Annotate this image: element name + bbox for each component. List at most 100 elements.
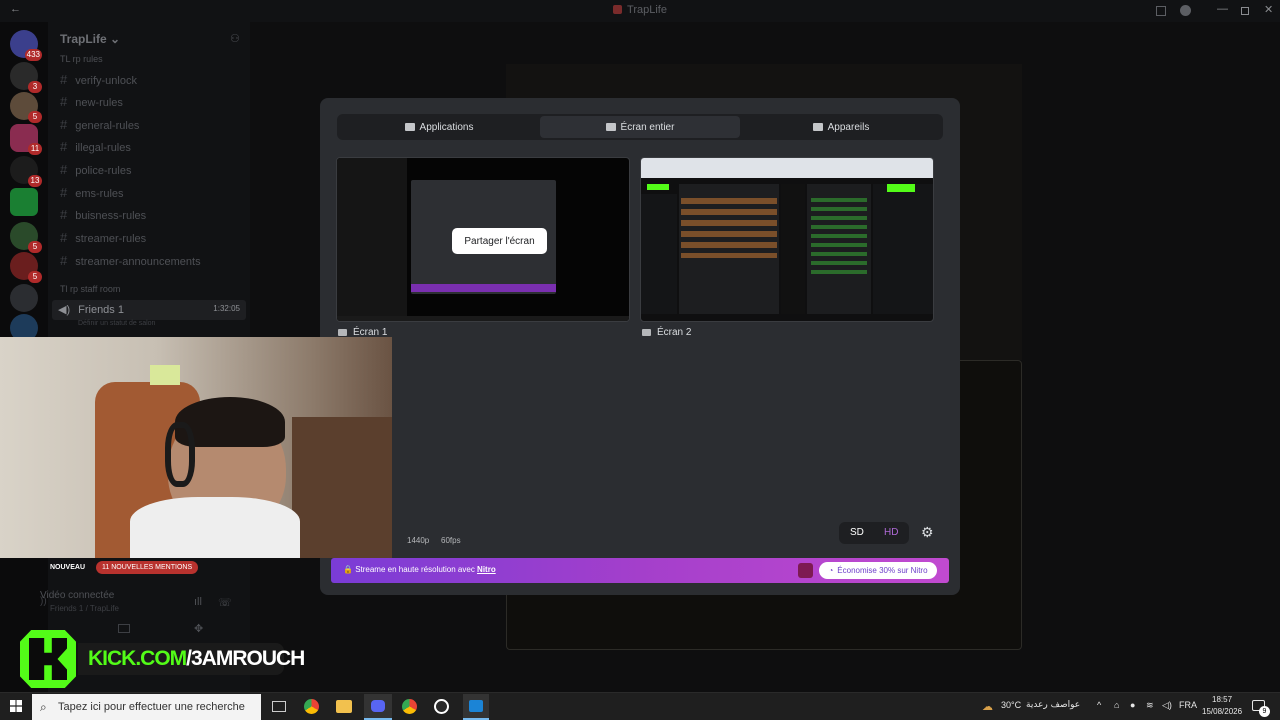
monitor-icon: [605, 123, 616, 131]
language-indicator[interactable]: FRA: [1179, 700, 1197, 710]
weather-icon[interactable]: ☁: [982, 700, 993, 713]
server-name-text: TrapLife: [60, 32, 107, 46]
tab-applications[interactable]: Applications: [339, 116, 539, 138]
thumb-video: [781, 184, 805, 314]
chrome-icon-2[interactable]: [402, 699, 417, 714]
chrome-icon[interactable]: [304, 699, 319, 714]
screen-2-thumbnail[interactable]: [640, 157, 934, 322]
start-icon[interactable]: [10, 700, 22, 712]
task-view-icon[interactable]: [272, 701, 286, 712]
kick-handle: KICK.COM/3AMROUCH: [88, 647, 305, 671]
hd-option[interactable]: HD: [884, 527, 898, 538]
camera-icon: [812, 123, 823, 131]
channel-label: verify-unlock: [75, 75, 137, 87]
category-header[interactable]: Tl rp staff room: [60, 284, 120, 294]
mentions-pill[interactable]: 11 NOUVELLES MENTIONS: [96, 561, 199, 574]
minimize-button[interactable]: —: [1217, 3, 1228, 15]
wifi-icon[interactable]: ≋: [1146, 700, 1154, 711]
clock-time[interactable]: 18:57: [1212, 695, 1232, 704]
screen-2-label: Écran 2: [642, 327, 691, 338]
soundwave-icon[interactable]: ıll: [194, 596, 202, 608]
disconnect-icon[interactable]: ☏: [218, 596, 232, 609]
maximize-button[interactable]: [1241, 7, 1249, 15]
app-taskbar-item[interactable]: [463, 694, 489, 720]
tray-chevron-icon[interactable]: ^: [1097, 700, 1101, 710]
tab-entire-screen[interactable]: Écran entier: [540, 116, 740, 138]
webcam-headphones: [165, 422, 195, 487]
kick-domain: KICK.COM: [88, 647, 187, 670]
nitro-discount-button[interactable]: ◔ Économise 30% sur Nitro: [819, 562, 937, 579]
nitro-icon: ◔: [828, 566, 834, 575]
channel-item[interactable]: # ems-rules: [60, 185, 124, 200]
voice-channel-item[interactable]: ◀) Friends 1 1:32:05: [52, 300, 246, 320]
file-explorer-icon[interactable]: [336, 700, 352, 713]
inbox-icon[interactable]: [1156, 6, 1166, 16]
quality-toggle: SD HD: [839, 522, 909, 544]
channel-item[interactable]: # verify-unlock: [60, 72, 137, 87]
channel-item[interactable]: # illegal-rules: [60, 139, 131, 154]
notification-icon[interactable]: 9: [1252, 700, 1270, 717]
weather-temp[interactable]: 30°C: [1001, 700, 1021, 710]
webcam-note: [150, 365, 180, 385]
close-button[interactable]: ✕: [1264, 3, 1273, 16]
tab-devices[interactable]: Appareils: [741, 116, 941, 138]
share-screen-button[interactable]: Partager l'écran: [452, 228, 547, 254]
server-icon[interactable]: 13: [10, 156, 42, 187]
server-icon-kick[interactable]: [10, 188, 38, 216]
channel-label: police-rules: [75, 165, 132, 177]
volume-icon[interactable]: ◁): [1162, 700, 1172, 711]
channel-label: general-rules: [75, 120, 140, 132]
server-name[interactable]: TrapLife ⌄: [60, 32, 120, 46]
channel-label: illegal-rules: [75, 142, 131, 154]
channel-item[interactable]: # streamer-announcements: [60, 253, 201, 268]
settings-gear-icon[interactable]: ⚙: [921, 524, 934, 541]
hash-icon: #: [60, 185, 68, 200]
channel-item[interactable]: # police-rules: [60, 162, 131, 177]
tab-label: Écran entier: [620, 121, 675, 133]
channel-item[interactable]: # buisness-rules: [60, 207, 146, 222]
thumb-follow: [887, 184, 915, 192]
server-icon[interactable]: 5: [10, 252, 42, 283]
network-icon[interactable]: ⌂: [1114, 700, 1119, 710]
title-bar: ← TrapLife — ✕: [0, 0, 1280, 22]
discord-taskbar-item[interactable]: [364, 694, 392, 720]
help-icon[interactable]: [1180, 5, 1191, 16]
unread-badge: 5: [28, 271, 42, 283]
channel-item[interactable]: # new-rules: [60, 94, 123, 109]
nitro-message: 🔒 Streame en haute résolution avec Nitro: [343, 565, 496, 574]
nitro-link[interactable]: Nitro: [477, 565, 496, 574]
video-status: Vidéo connectée: [40, 590, 115, 601]
taskbar-search[interactable]: ⌕ Tapez ici pour effectuer une recherche: [32, 694, 261, 720]
category-header[interactable]: TL rp rules: [60, 54, 103, 64]
screen-1-thumbnail[interactable]: Partager l'écran: [336, 157, 630, 322]
thumb-sidebar: [337, 158, 407, 321]
add-member-icon[interactable]: ⚇: [230, 32, 240, 45]
server-icon-dm[interactable]: 433: [10, 30, 42, 61]
server-icon[interactable]: [10, 284, 38, 312]
server-icon[interactable]: 3: [10, 62, 42, 93]
hash-icon: #: [60, 162, 68, 177]
server-icon[interactable]: 5: [10, 222, 42, 253]
server-icon-traplife[interactable]: 11: [10, 124, 42, 155]
nitro-text: Streame en haute résolution avec: [355, 565, 478, 574]
webcam-furniture: [292, 417, 392, 558]
voice-timer: 1:32:05: [213, 304, 240, 313]
channel-item[interactable]: # general-rules: [60, 117, 139, 132]
app-icon: [613, 5, 623, 14]
voice-status-text[interactable]: Définir un statut de salon: [78, 320, 155, 327]
speaker-icon: ◀): [58, 304, 71, 316]
thumb-chat2-rows: [811, 198, 867, 278]
unread-badge: 3: [28, 81, 42, 93]
source-tabs: Applications Écran entier Appareils: [337, 114, 943, 140]
sd-option[interactable]: SD: [850, 527, 864, 538]
clock-date[interactable]: 15/08/2026: [1202, 707, 1242, 716]
channel-item[interactable]: # streamer-rules: [60, 230, 146, 245]
obs-icon[interactable]: [434, 699, 449, 714]
weather-description[interactable]: عواصف رعدية: [1026, 700, 1080, 710]
mic-icon[interactable]: ●: [1130, 700, 1135, 710]
tab-label: Applications: [419, 121, 474, 133]
webcam-shirt: [130, 497, 300, 558]
nitro-cta-label: Économise 30% sur Nitro: [837, 566, 928, 575]
unread-badge: 5: [28, 111, 42, 123]
server-icon[interactable]: 5: [10, 92, 42, 123]
